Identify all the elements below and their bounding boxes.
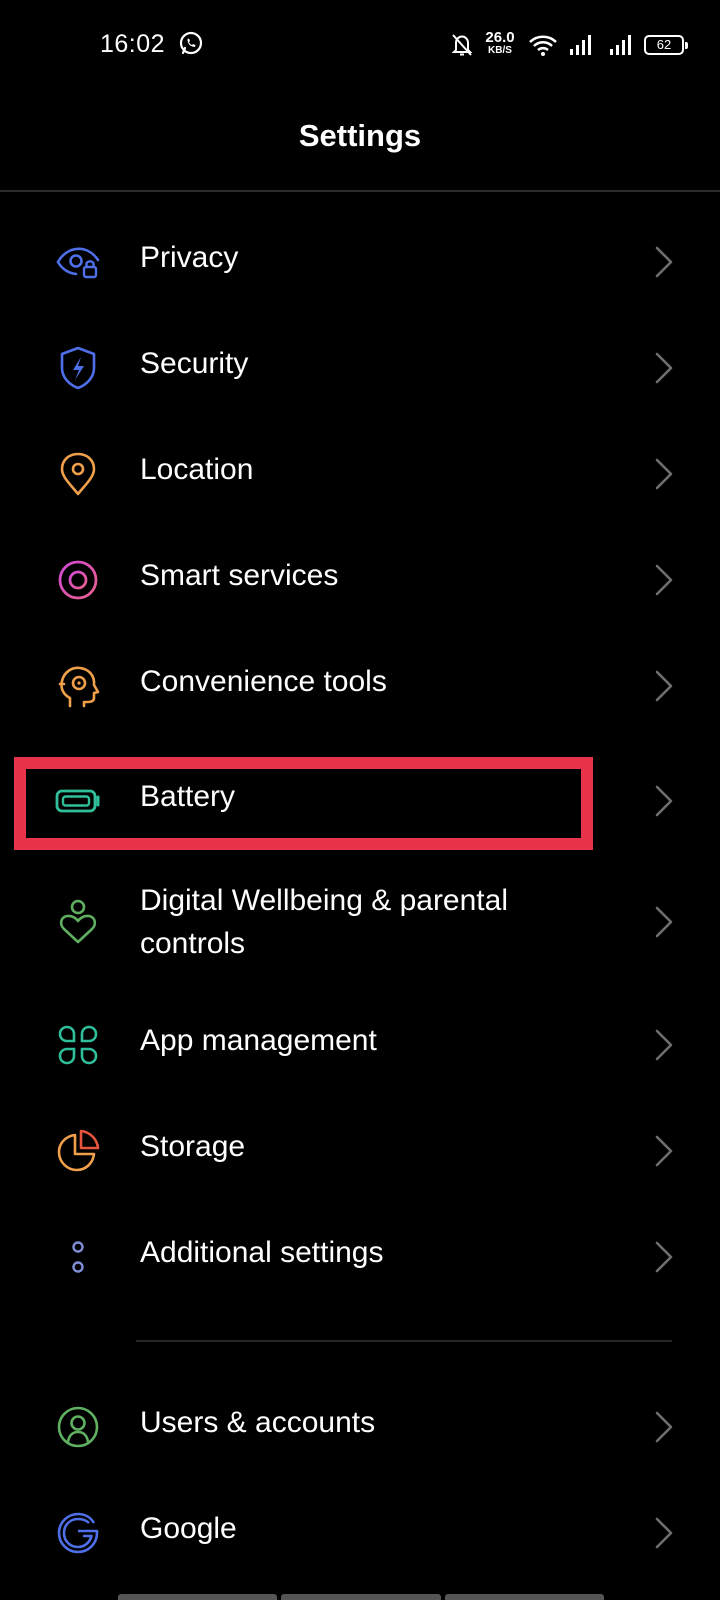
chevron-right-icon [655,1241,673,1273]
section-divider [136,1340,672,1342]
battery-status-icon: 62 [644,35,688,55]
chevron-right-icon [655,670,673,702]
scroll-indicator-segment [281,1594,441,1600]
app-grid-icon [58,1025,98,1065]
smart-services-ring-icon [58,560,98,600]
settings-item-digital-wellbeing[interactable]: Digital Wellbeing & parental controls [0,864,720,980]
status-time: 16:02 [100,30,166,58]
settings-item-privacy[interactable]: Privacy [0,209,720,315]
wellbeing-heart-icon [59,899,97,944]
wifi-icon [529,35,557,56]
mute-icon [451,34,473,56]
settings-item-location[interactable]: Location [0,421,720,527]
privacy-eye-lock-icon [56,247,100,279]
chevron-right-icon [655,1517,673,1549]
settings-item-additional-settings[interactable]: Additional settings [0,1204,720,1310]
shield-bolt-icon [60,346,96,390]
settings-item-label-line1: Digital Wellbeing & parental [140,884,508,917]
settings-item-label: Storage [140,1130,246,1163]
google-g-icon [57,1512,99,1554]
settings-item-label: Convenience tools [140,665,387,698]
chevron-right-icon [655,246,673,278]
settings-item-security[interactable]: Security [0,315,720,421]
settings-item-label-line2: controls [140,927,246,960]
settings-item-label: Additional settings [140,1236,384,1269]
header-divider [0,190,720,192]
scroll-indicator [118,1594,604,1600]
battery-highlight-box [14,757,593,850]
page-title: Settings [298,118,422,153]
chevron-right-icon [655,1029,673,1061]
network-speed: 26.0 KB/S [480,30,520,56]
settings-item-label: Google [140,1512,237,1545]
settings-item-label: Privacy [140,241,239,274]
chevron-right-icon [655,906,673,938]
signal-icon [610,35,631,55]
scroll-indicator-segment [444,1594,604,1600]
settings-item-label: Smart services [140,559,339,592]
settings-item-app-management[interactable]: App management [0,992,720,1098]
status-icons: 26.0 KB/S 62 [420,28,720,64]
additional-dots-icon [72,1241,84,1273]
network-speed-value: 26.0 [485,29,515,46]
location-pin-icon [60,452,96,496]
settings-item-label: App management [140,1024,377,1057]
chevron-right-icon [655,458,673,490]
chevron-right-icon [655,785,673,817]
settings-item-label: Location [140,453,254,486]
signal-icon [570,35,591,55]
chevron-right-icon [655,564,673,596]
settings-item-storage[interactable]: Storage [0,1098,720,1204]
convenience-tools-head-icon [58,666,100,708]
status-bar: 16:02 26.0 KB/S 62 [0,0,720,90]
settings-item-google[interactable]: Google [0,1480,720,1586]
settings-item-label: Users & accounts [140,1406,376,1439]
scroll-indicator-segment [118,1594,278,1600]
settings-item-label: Security [140,347,249,380]
chevron-right-icon [655,1135,673,1167]
settings-item-users-accounts[interactable]: Users & accounts [0,1374,720,1480]
user-account-icon [57,1406,99,1448]
settings-screen: 16:02 26.0 KB/S 62 Settings Privacy Secu… [0,0,720,1600]
chevron-right-icon [655,1411,673,1443]
network-speed-unit: KB/S [488,45,512,56]
whatsapp-icon [179,31,203,55]
settings-item-convenience-tools[interactable]: Convenience tools [0,633,720,739]
storage-pie-icon [57,1129,100,1172]
settings-item-smart-services[interactable]: Smart services [0,527,720,633]
chevron-right-icon [655,352,673,384]
